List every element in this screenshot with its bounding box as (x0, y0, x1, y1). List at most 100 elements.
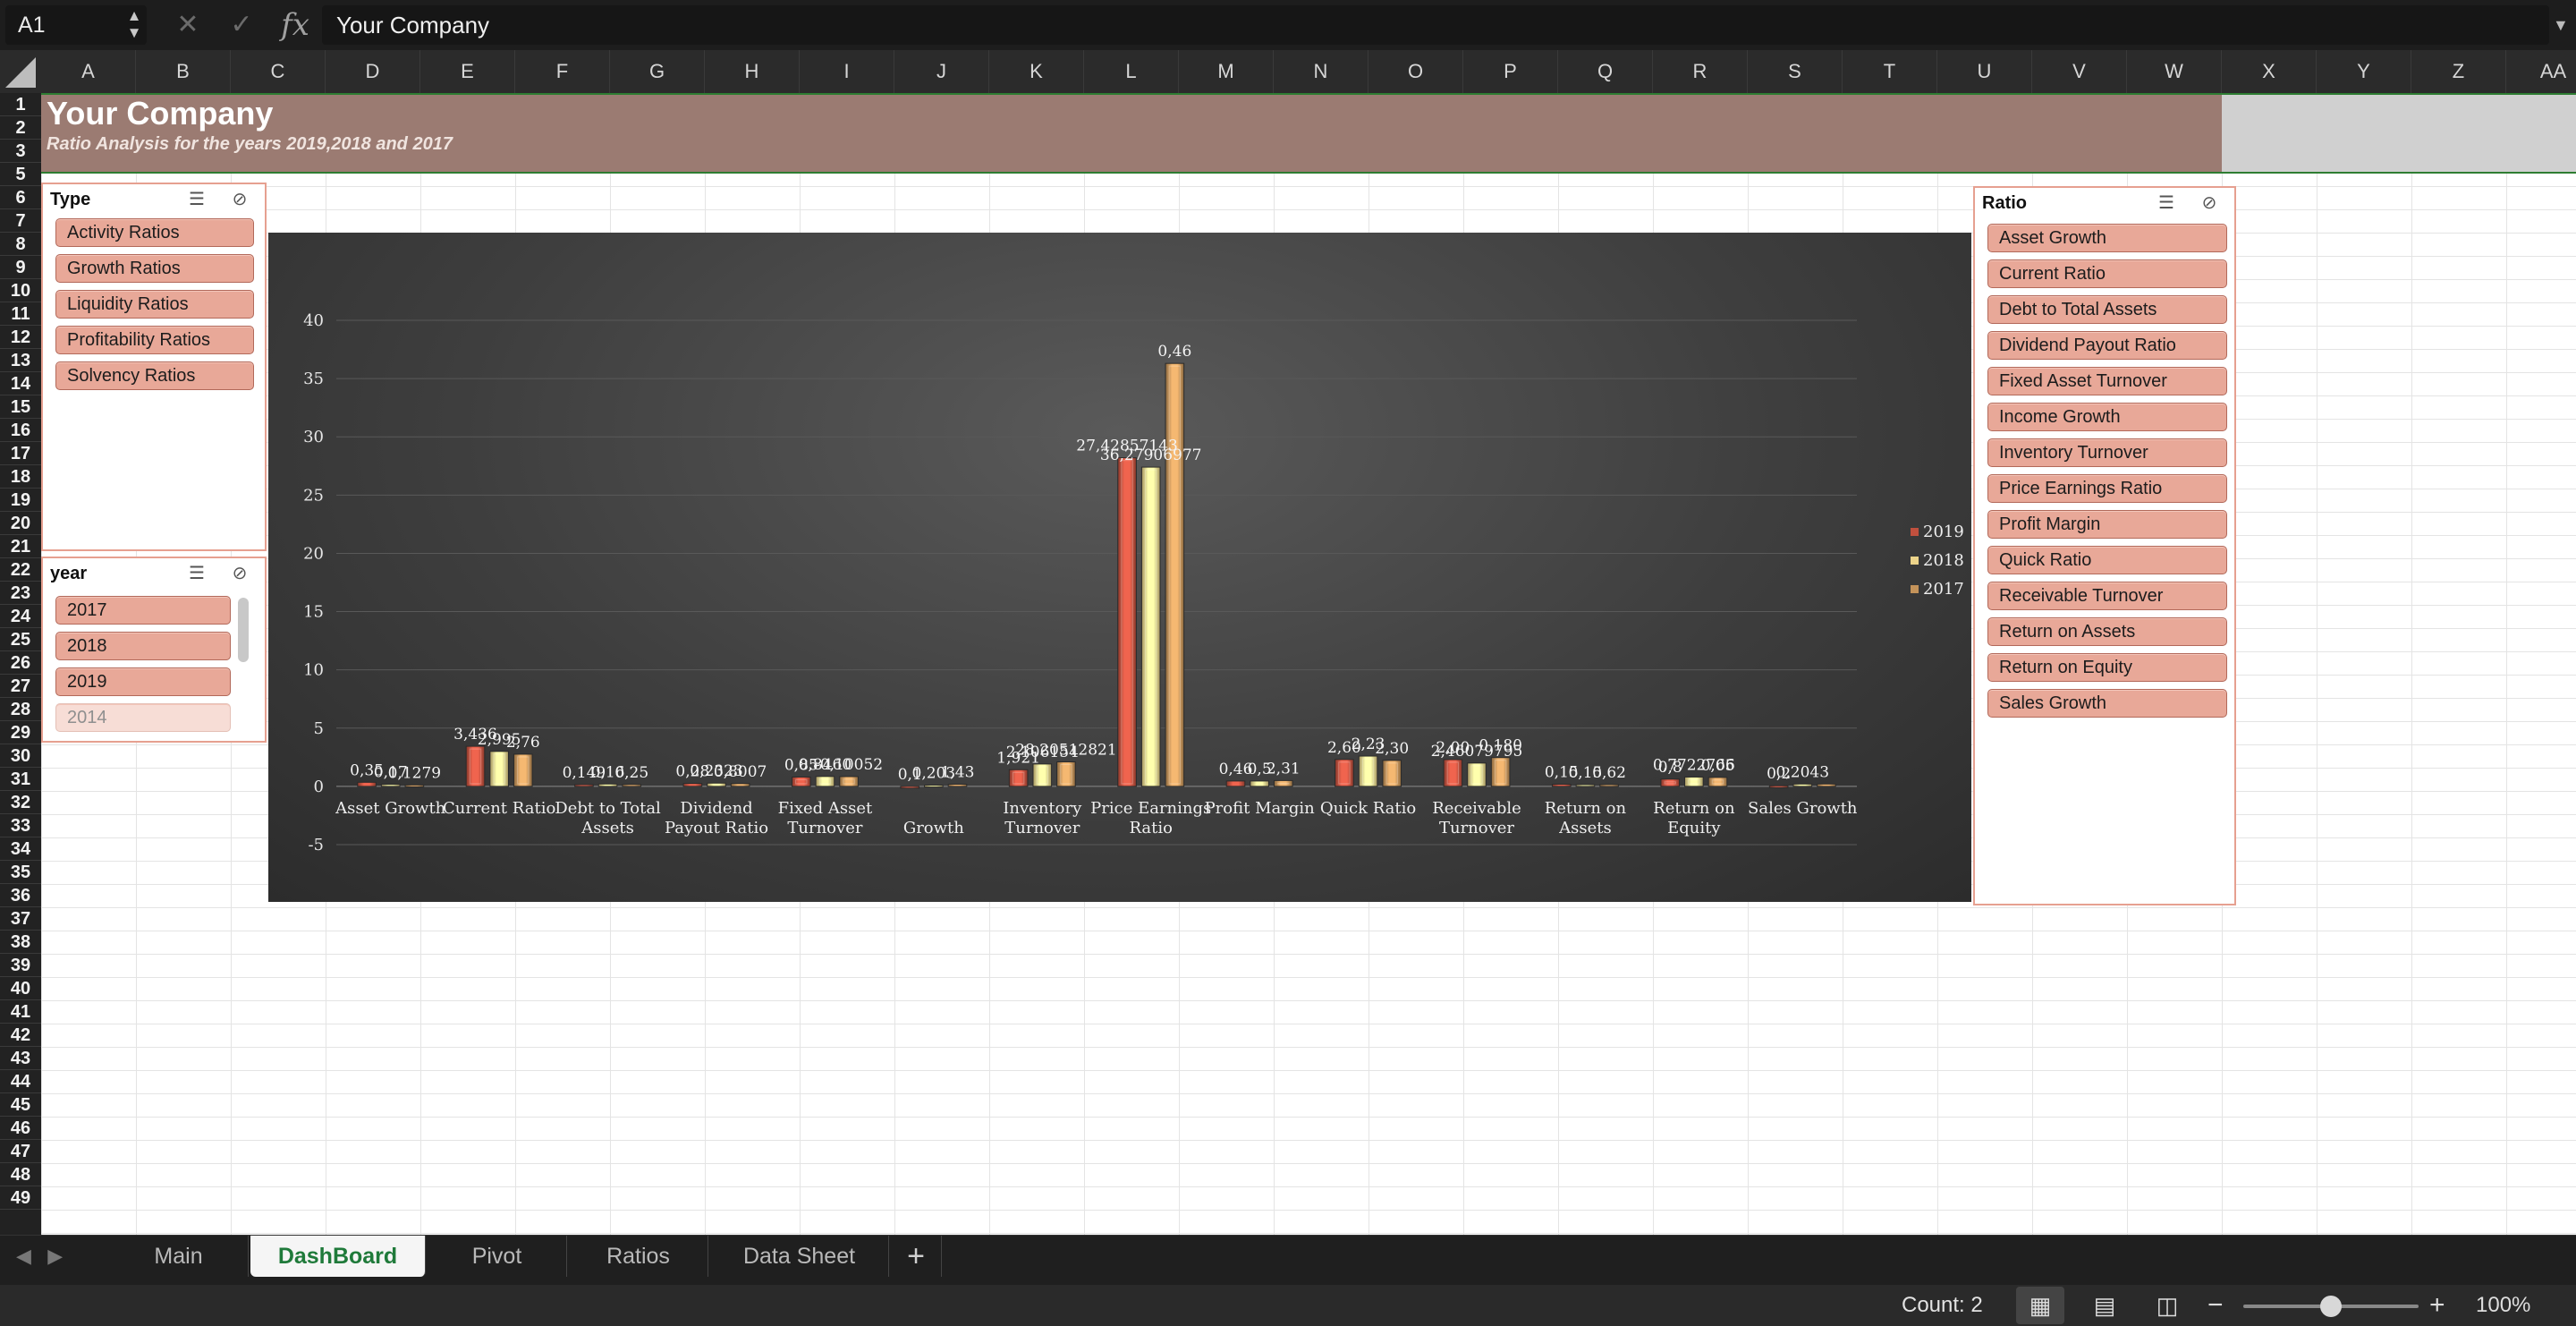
row-header[interactable]: 16 (0, 419, 41, 442)
multi-select-icon[interactable]: ☰ (184, 562, 209, 585)
slicer-ratio-item[interactable]: Return on Assets (1987, 617, 2227, 646)
slicer-year-item[interactable]: 2018 (55, 632, 231, 660)
zoom-out-button[interactable]: − (2207, 1285, 2224, 1326)
slicer-ratio-item[interactable]: Receivable Turnover (1987, 582, 2227, 610)
row-header[interactable]: 41 (0, 1000, 41, 1024)
row-header[interactable]: 20 (0, 512, 41, 535)
column-header[interactable]: I (800, 50, 894, 93)
row-header[interactable]: 6 (0, 186, 41, 209)
row-header[interactable]: 15 (0, 395, 41, 419)
zoom-in-button[interactable]: + (2429, 1285, 2445, 1326)
row-header[interactable]: 18 (0, 465, 41, 489)
normal-view-icon[interactable]: ▦ (2016, 1287, 2064, 1324)
page-break-preview-icon[interactable]: ◫ (2143, 1287, 2191, 1324)
slicer-ratio-item[interactable]: Inventory Turnover (1987, 438, 2227, 467)
slicer-year-item[interactable]: 2019 (55, 667, 231, 696)
row-header[interactable]: 31 (0, 768, 41, 791)
column-header[interactable]: A (41, 50, 136, 93)
column-header[interactable]: Y (2317, 50, 2411, 93)
row-header[interactable]: 46 (0, 1117, 41, 1140)
fx-icon[interactable]: fx (275, 5, 315, 45)
row-header[interactable]: 49 (0, 1186, 41, 1210)
zoom-level[interactable]: 100% (2476, 1285, 2530, 1326)
clear-filter-icon[interactable]: ⊘ (227, 188, 252, 211)
column-header[interactable]: U (1937, 50, 2032, 93)
sheet-tab[interactable]: Main (109, 1236, 249, 1277)
row-header[interactable]: 5 (0, 163, 41, 186)
column-header[interactable]: M (1179, 50, 1274, 93)
row-header[interactable]: 42 (0, 1024, 41, 1047)
column-header[interactable]: J (894, 50, 989, 93)
sheet-tab[interactable]: Pivot (428, 1236, 567, 1277)
row-header[interactable]: 47 (0, 1140, 41, 1163)
row-header[interactable]: 44 (0, 1070, 41, 1093)
page-layout-icon[interactable]: ▤ (2080, 1287, 2129, 1324)
row-header[interactable]: 27 (0, 675, 41, 698)
column-header[interactable]: K (989, 50, 1084, 93)
column-header[interactable]: G (610, 50, 705, 93)
sheet-tab[interactable]: Ratios (569, 1236, 708, 1277)
column-header[interactable]: D (326, 50, 420, 93)
row-header[interactable]: 39 (0, 954, 41, 977)
clear-filter-icon[interactable]: ⊘ (227, 562, 252, 585)
column-header[interactable]: E (420, 50, 515, 93)
slicer-type-item[interactable]: Liquidity Ratios (55, 290, 254, 319)
row-header[interactable]: 14 (0, 372, 41, 395)
column-header[interactable]: Z (2411, 50, 2506, 93)
slicer-ratio-item[interactable]: Return on Equity (1987, 653, 2227, 682)
row-header[interactable]: 26 (0, 651, 41, 675)
slicer-ratio-item[interactable]: Income Growth (1987, 403, 2227, 431)
row-header[interactable]: 38 (0, 931, 41, 954)
row-header[interactable]: 43 (0, 1047, 41, 1070)
slicer-year-item[interactable]: 2017 (55, 596, 231, 625)
column-header[interactable]: V (2032, 50, 2127, 93)
slicer-year-item[interactable]: 2014 (55, 703, 231, 732)
row-header[interactable]: 29 (0, 721, 41, 744)
multi-select-icon[interactable]: ☰ (2154, 191, 2179, 215)
slicer-ratio-item[interactable]: Sales Growth (1987, 689, 2227, 718)
zoom-slider-thumb[interactable] (2320, 1296, 2342, 1317)
row-header[interactable]: 11 (0, 302, 41, 326)
row-header[interactable]: 32 (0, 791, 41, 814)
row-header[interactable]: 25 (0, 628, 41, 651)
slicer-ratio-item[interactable]: Price Earnings Ratio (1987, 474, 2227, 503)
row-header[interactable]: 1 (0, 93, 41, 116)
sheet-tab[interactable]: DashBoard (250, 1236, 426, 1277)
row-header[interactable]: 30 (0, 744, 41, 768)
row-header[interactable]: 36 (0, 884, 41, 907)
column-header[interactable]: W (2127, 50, 2222, 93)
clear-filter-icon[interactable]: ⊘ (2197, 191, 2222, 215)
column-header[interactable]: Q (1558, 50, 1653, 93)
add-sheet-button[interactable]: + (891, 1236, 942, 1277)
ratio-bar-chart[interactable]: -5 0 5 10 15 20 25 30 35 40 Asset Growth Current Ra… (268, 233, 1971, 902)
slicer-type-item[interactable]: Growth Ratios (55, 254, 254, 283)
row-header[interactable]: 19 (0, 489, 41, 512)
row-header[interactable]: 22 (0, 558, 41, 582)
column-header[interactable]: S (1748, 50, 1843, 93)
column-header[interactable]: F (515, 50, 610, 93)
chevron-down-icon[interactable]: ▼ (2553, 7, 2571, 43)
row-header[interactable]: 3 (0, 140, 41, 163)
column-header[interactable]: P (1463, 50, 1558, 93)
checkmark-icon[interactable]: ✓ (224, 7, 259, 43)
column-header[interactable]: L (1084, 50, 1179, 93)
slicer-ratio-item[interactable]: Current Ratio (1987, 259, 2227, 288)
row-header[interactable]: 8 (0, 233, 41, 256)
slicer-type-item[interactable]: Profitability Ratios (55, 326, 254, 354)
row-header[interactable]: 34 (0, 837, 41, 861)
row-header[interactable]: 45 (0, 1093, 41, 1117)
column-header[interactable]: C (231, 50, 326, 93)
column-header[interactable]: O (1368, 50, 1463, 93)
slicer-ratio-item[interactable]: Asset Growth (1987, 224, 2227, 252)
formula-input[interactable]: Your Company (322, 5, 2549, 45)
row-header[interactable]: 24 (0, 605, 41, 628)
row-header[interactable]: 10 (0, 279, 41, 302)
column-header[interactable]: H (705, 50, 800, 93)
sheet-tab[interactable]: Data Sheet (710, 1236, 889, 1277)
column-header[interactable]: AA (2506, 50, 2576, 93)
row-header[interactable]: 37 (0, 907, 41, 931)
name-box-stepper-icon[interactable]: ▲ ▼ (125, 7, 143, 43)
multi-select-icon[interactable]: ☰ (184, 188, 209, 211)
slicer-ratio-item[interactable]: Debt to Total Assets (1987, 295, 2227, 324)
row-header[interactable]: 23 (0, 582, 41, 605)
